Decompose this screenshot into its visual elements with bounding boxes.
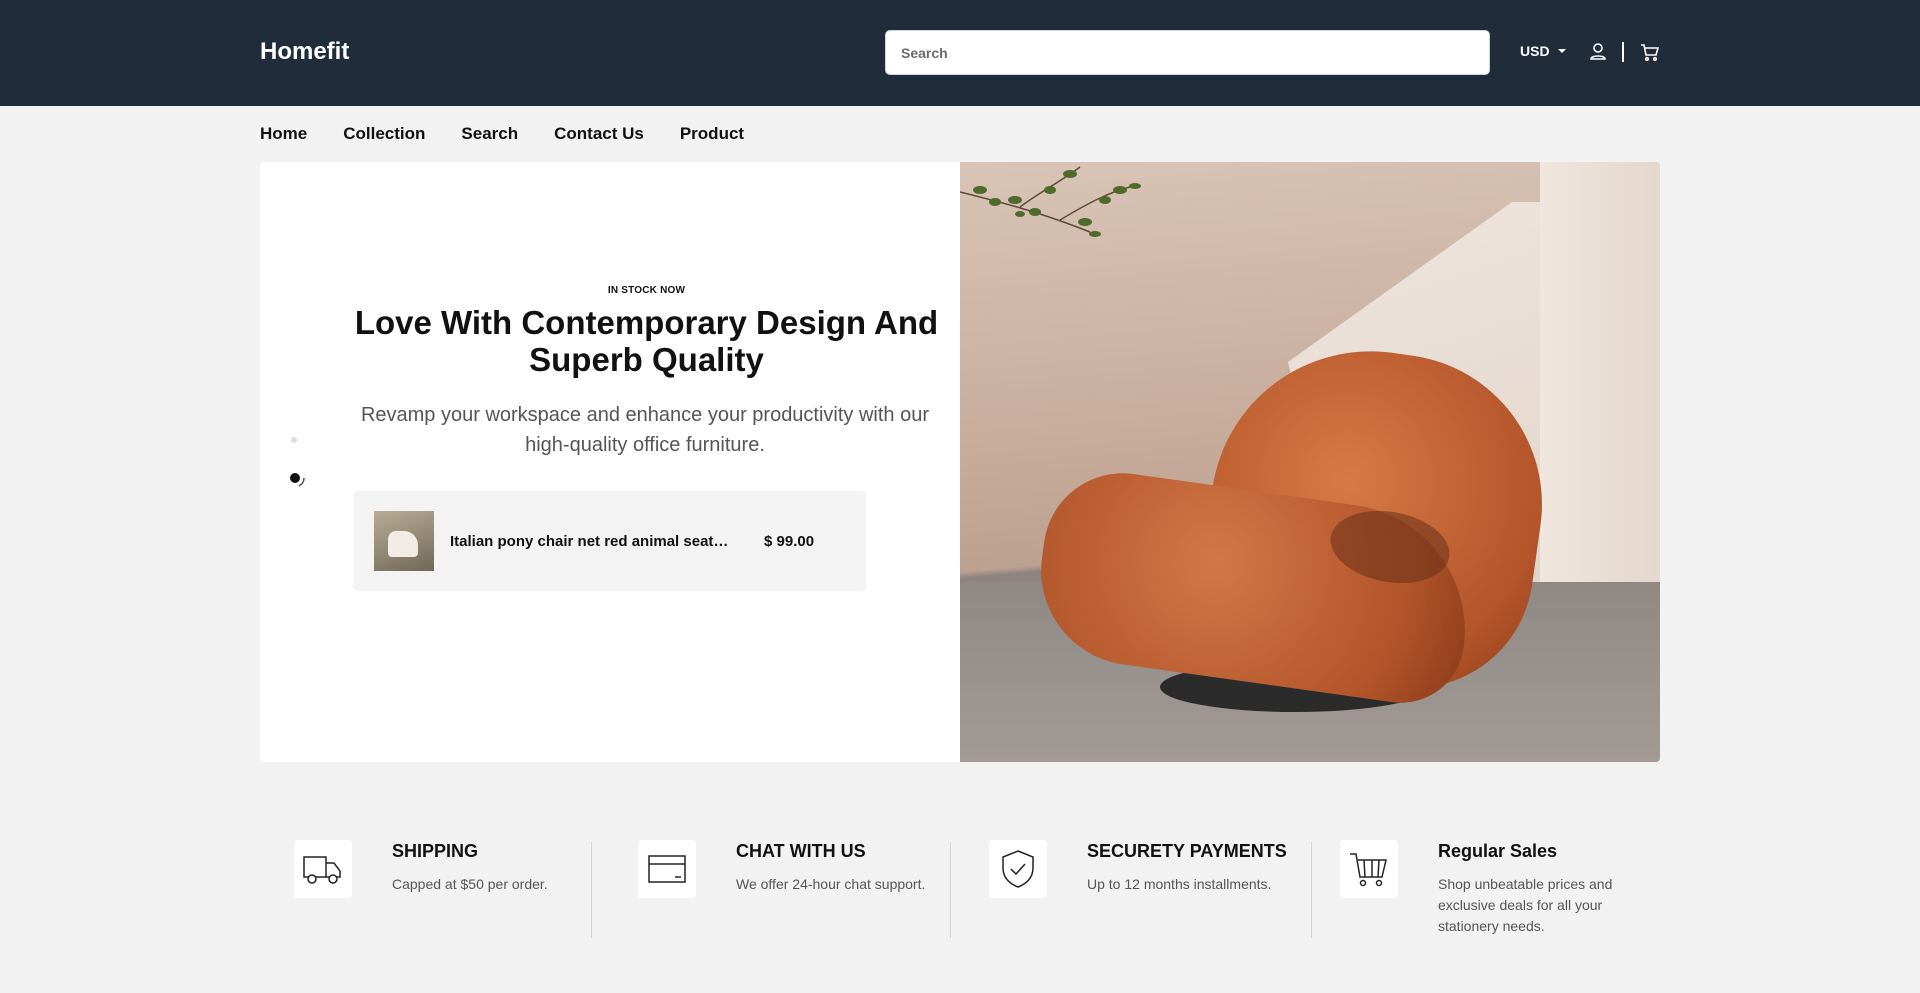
feature-title: CHAT WITH US — [736, 841, 866, 861]
feature-title: Regular Sales — [1438, 841, 1558, 861]
feature-regular-sales: Regular Sales Shop unbeatable prices and… — [1340, 840, 1628, 937]
features-row: SHIPPING Capped at $50 per order. CHAT W… — [260, 840, 1660, 940]
feature-payments: SECURETY PAYMENTS Up to 12 months instal… — [989, 840, 1287, 898]
shield-check-icon — [989, 840, 1047, 898]
slide-dot[interactable] — [291, 437, 297, 443]
nav-home[interactable]: Home — [260, 124, 307, 144]
nav-search[interactable]: Search — [461, 124, 518, 144]
hero-banner: IN STOCK NOW Love With Contemporary Desi… — [260, 162, 1660, 762]
chevron-down-icon — [1557, 49, 1566, 53]
nav-contact-us[interactable]: Contact Us — [554, 124, 644, 144]
currency-label: USD — [1520, 43, 1550, 59]
feature-divider — [591, 842, 592, 938]
hero-content: IN STOCK NOW Love With Contemporary Desi… — [260, 162, 960, 762]
feature-desc: Capped at $50 per order. — [392, 876, 548, 892]
feature-title: SHIPPING — [392, 841, 479, 861]
plant-branch — [960, 166, 1141, 237]
feature-divider — [1311, 842, 1312, 938]
feature-divider — [950, 842, 951, 938]
hero-headline: Love With Contemporary Design And Superb… — [354, 304, 939, 378]
hero-subtext: Revamp your workspace and enhance your p… — [360, 404, 930, 456]
product-thumbnail — [374, 511, 434, 571]
hero-image — [960, 162, 1660, 762]
feature-chat: CHAT WITH US We offer 24-hour chat suppo… — [638, 840, 925, 898]
slide-dot-active[interactable] — [282, 465, 308, 491]
search-input[interactable] — [885, 30, 1490, 75]
feature-desc: Shop unbeatable prices and exclusive dea… — [1438, 876, 1613, 934]
feature-title: SECURETY PAYMENTS — [1087, 841, 1287, 861]
header-divider — [1622, 42, 1624, 62]
header: Homefit USD — [0, 0, 1920, 106]
cart-icon[interactable] — [1639, 41, 1661, 63]
nav-product[interactable]: Product — [680, 124, 744, 144]
account-icon[interactable] — [1587, 41, 1609, 63]
currency-selector[interactable]: USD — [1520, 43, 1566, 59]
logo[interactable]: Homefit — [260, 38, 349, 66]
hero-eyebrow: IN STOCK NOW — [607, 285, 686, 296]
feature-shipping: SHIPPING Capped at $50 per order. — [294, 840, 548, 898]
feature-desc: We offer 24-hour chat support. — [736, 876, 926, 892]
truck-icon — [294, 840, 352, 898]
product-name: Italian pony chair net red animal seat… — [450, 532, 729, 550]
nav-collection[interactable]: Collection — [343, 124, 425, 144]
main-nav: Home Collection Search Contact Us Produc… — [260, 124, 744, 144]
card-icon — [638, 840, 696, 898]
cart-icon — [1340, 840, 1398, 898]
featured-product-card[interactable]: Italian pony chair net red animal seat… … — [354, 491, 866, 591]
feature-desc: Up to 12 months installments. — [1087, 876, 1272, 892]
product-price: $ 99.00 — [764, 532, 815, 550]
